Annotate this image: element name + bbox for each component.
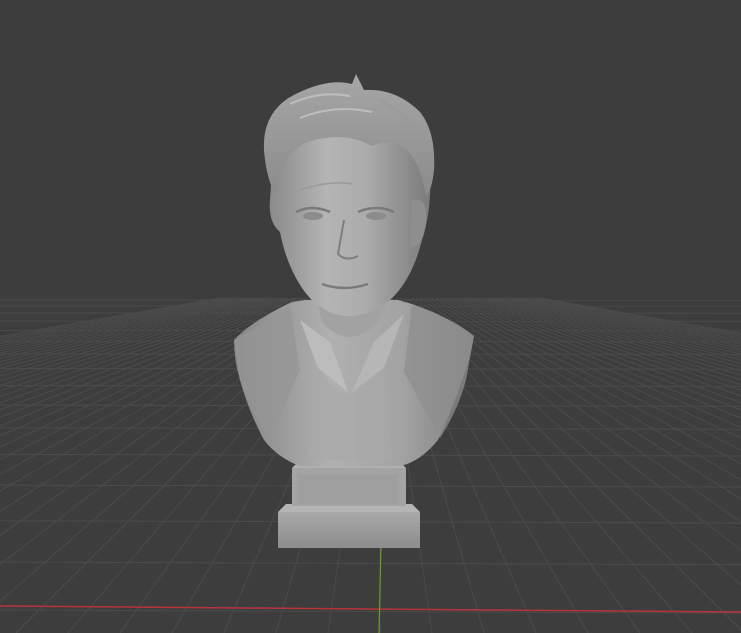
- grid-line: [475, 297, 741, 376]
- grid-line: [0, 297, 241, 347]
- grid-line: [0, 297, 273, 369]
- pedestal: [278, 462, 420, 548]
- grid-line: [471, 297, 741, 381]
- grid-line: [483, 297, 741, 368]
- grid-line: [451, 297, 741, 411]
- grid-line: [439, 297, 741, 439]
- grid-line: [0, 561, 741, 566]
- grid-line: [455, 297, 741, 404]
- grid-line: [0, 297, 261, 359]
- grid-line: [519, 297, 741, 343]
- grid-line: [459, 297, 741, 397]
- grid-line: [495, 297, 741, 358]
- grid-line: [515, 297, 741, 345]
- grid-line: [479, 297, 741, 372]
- 3d-viewport[interactable]: [0, 0, 741, 633]
- viewport-canvas[interactable]: [0, 0, 741, 633]
- grid-line: [0, 297, 253, 354]
